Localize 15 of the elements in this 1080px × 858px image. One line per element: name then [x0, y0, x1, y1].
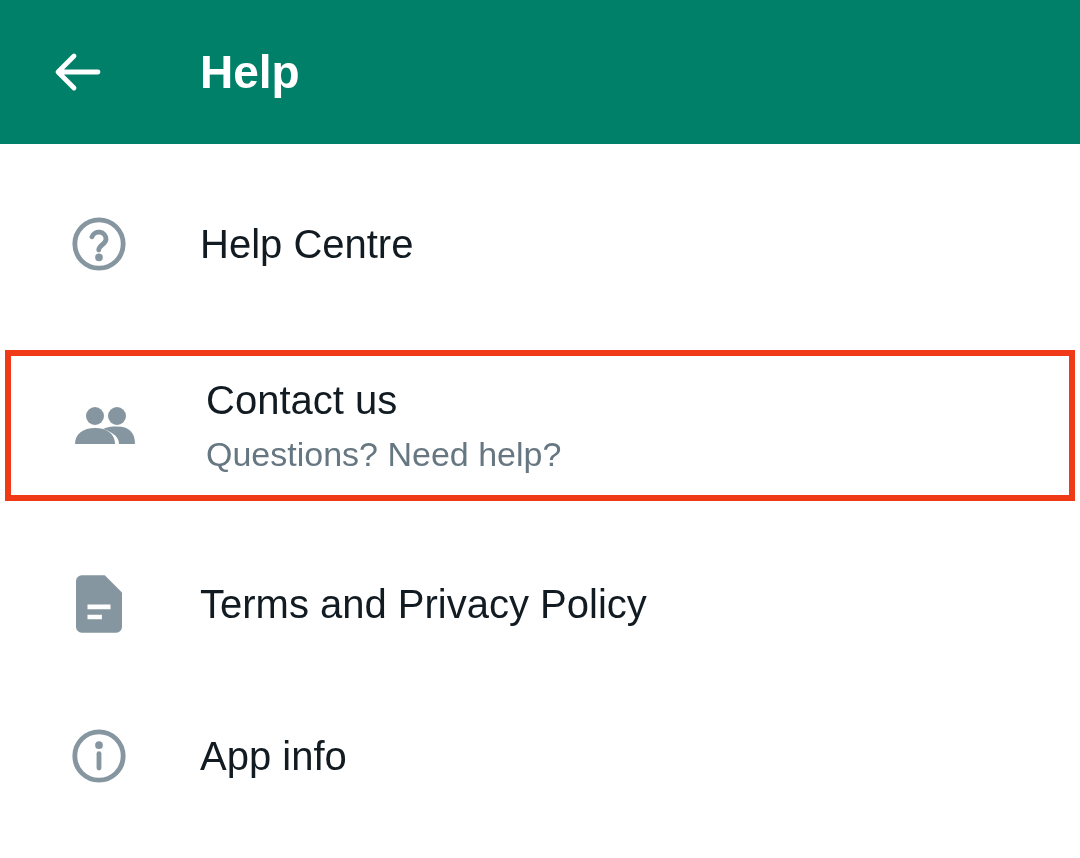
- menu-item[interactable]: Terms and Privacy Policy: [0, 501, 1080, 706]
- screen-title: Help: [200, 44, 300, 100]
- menu-item[interactable]: App info: [0, 706, 1080, 806]
- item-label: App info: [200, 733, 347, 780]
- people-icon: [75, 405, 135, 446]
- document-icon: [76, 574, 122, 633]
- info-icon: [70, 727, 128, 785]
- item-label: Contact us: [206, 377, 399, 425]
- menu-item[interactable]: Contact us Questions? Need help?: [5, 350, 1075, 501]
- back-arrow-icon: [54, 52, 102, 92]
- help-icon: [70, 215, 128, 273]
- item-label: Help Centre: [200, 221, 414, 268]
- item-label: Terms and Privacy Policy: [200, 580, 647, 628]
- item-subtitle: Questions? Need help?: [206, 434, 562, 476]
- menu-item[interactable]: Help Centre: [0, 144, 1080, 344]
